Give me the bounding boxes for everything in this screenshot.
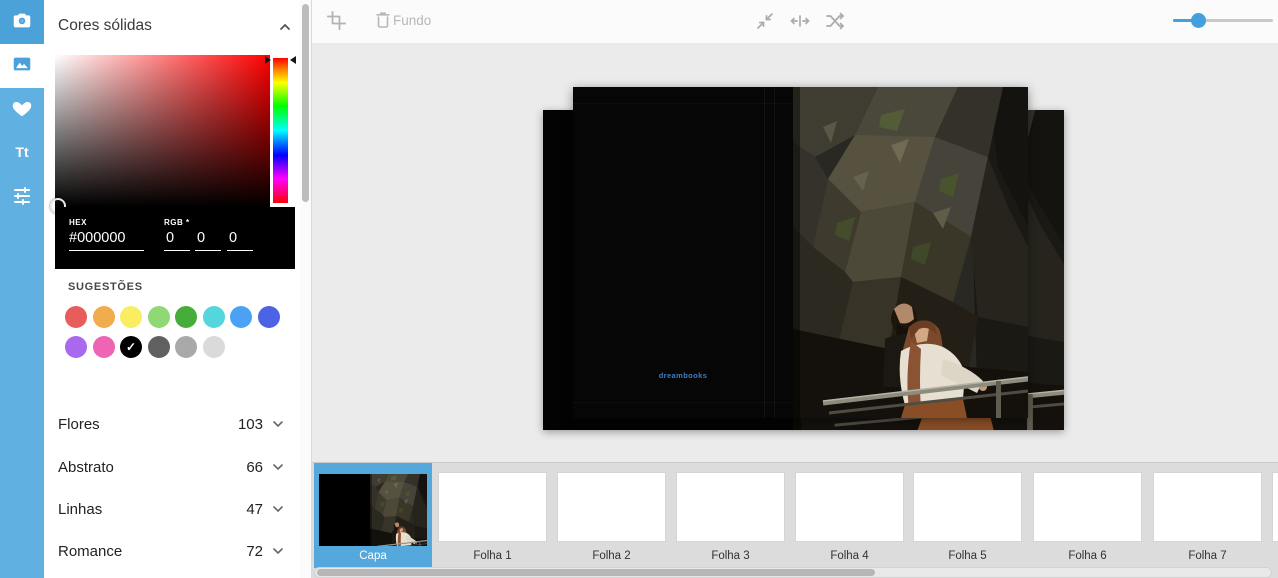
color-swatch[interactable] bbox=[175, 336, 197, 358]
editor-main: Fundo bbox=[312, 0, 1278, 578]
color-swatch[interactable] bbox=[203, 336, 225, 358]
chevron-down-icon bbox=[269, 415, 287, 433]
category-count: 47 bbox=[246, 501, 263, 518]
category-count: 66 bbox=[246, 459, 263, 476]
color-swatch[interactable] bbox=[148, 336, 170, 358]
color-swatch[interactable] bbox=[203, 306, 225, 328]
spine-guide bbox=[764, 87, 765, 418]
page-label: Folha 2 bbox=[558, 550, 665, 562]
bleed-guide bbox=[573, 103, 793, 104]
page-thumb[interactable] bbox=[439, 473, 546, 541]
panel-scrollbar-thumb[interactable] bbox=[302, 4, 309, 202]
sidebar-item-backgrounds[interactable] bbox=[0, 44, 44, 88]
page-label: Capa bbox=[314, 550, 432, 562]
panel-title: Cores sólidas bbox=[58, 17, 152, 35]
page-label: Folha 4 bbox=[796, 550, 903, 562]
color-swatch[interactable] bbox=[65, 336, 87, 358]
page-thumb[interactable] bbox=[914, 473, 1021, 541]
page-thumb[interactable] bbox=[1034, 473, 1141, 541]
zoom-slider-thumb[interactable] bbox=[1191, 13, 1206, 28]
page-label: Folha 7 bbox=[1154, 550, 1261, 562]
color-swatch[interactable] bbox=[148, 306, 170, 328]
page-filmstrip: Capa Folha 1 Folha 2 Folha 3 Folha 4 Fol… bbox=[312, 462, 1278, 578]
color-swatch[interactable] bbox=[175, 306, 197, 328]
heart-icon bbox=[11, 97, 33, 124]
category-count: 103 bbox=[238, 416, 263, 433]
hue-marker-left-icon bbox=[265, 56, 271, 64]
color-swatch[interactable] bbox=[120, 306, 142, 328]
sidebar-item-text[interactable]: Tt bbox=[0, 132, 44, 176]
filmstrip-scrollbar-thumb[interactable] bbox=[317, 569, 875, 576]
chevron-up-icon bbox=[276, 23, 294, 40]
rgb-g-input[interactable]: 0 bbox=[195, 229, 221, 251]
chevron-down-icon bbox=[269, 458, 287, 476]
category-abstrato[interactable]: Abstrato 66 bbox=[44, 446, 300, 488]
trash-icon[interactable] bbox=[373, 10, 395, 32]
category-count: 72 bbox=[246, 543, 263, 560]
image-icon bbox=[11, 53, 33, 80]
category-romance[interactable]: Romance 72 bbox=[44, 530, 300, 572]
page-thumb[interactable] bbox=[558, 473, 665, 541]
spread-horizontal-icon[interactable] bbox=[789, 10, 811, 32]
color-swatch[interactable] bbox=[65, 306, 87, 328]
hex-label: HEX bbox=[69, 218, 87, 227]
category-flores[interactable]: Flores 103 bbox=[44, 403, 300, 445]
cover-photo[interactable] bbox=[793, 87, 1028, 418]
page-label: Folha 3 bbox=[677, 550, 784, 562]
color-swatch[interactable] bbox=[230, 306, 252, 328]
page-thumb[interactable] bbox=[796, 473, 903, 541]
page-label: Folha 6 bbox=[1034, 550, 1141, 562]
page-thumb[interactable] bbox=[1154, 473, 1261, 541]
page-thumb[interactable] bbox=[677, 473, 784, 541]
collapse-spread-icon[interactable] bbox=[754, 10, 776, 32]
rgb-label: RGB * bbox=[164, 218, 190, 227]
collapse-panel-button[interactable] bbox=[276, 18, 294, 36]
camera-icon bbox=[11, 9, 33, 36]
panel-scrollbar[interactable] bbox=[300, 0, 312, 578]
capa-thumbnail-photo bbox=[370, 474, 427, 546]
color-swatch[interactable] bbox=[93, 306, 115, 328]
chevron-down-icon bbox=[269, 542, 287, 560]
category-linhas[interactable]: Linhas 47 bbox=[44, 488, 300, 530]
hue-marker-right-icon bbox=[290, 56, 296, 64]
page-label: Folha 5 bbox=[914, 550, 1021, 562]
dreambooks-logo: dreambooks bbox=[573, 371, 793, 380]
rgb-r-input[interactable]: 0 bbox=[164, 229, 190, 251]
spine-guide bbox=[774, 87, 775, 418]
page-thumb-capa-selected[interactable]: Capa bbox=[314, 463, 432, 568]
solid-colors-panel: Cores sólidas HEX #000000 RGB * 0 0 bbox=[44, 0, 300, 578]
sidebar-item-favorites[interactable] bbox=[0, 88, 44, 132]
filmstrip-scrollbar[interactable] bbox=[314, 567, 1272, 578]
editor-toolbar: Fundo bbox=[312, 0, 1278, 44]
crop-icon[interactable] bbox=[326, 10, 348, 32]
background-button-label[interactable]: Fundo bbox=[393, 13, 431, 28]
bleed-guide bbox=[573, 402, 793, 403]
page-label: Folha 1 bbox=[439, 550, 546, 562]
saturation-value-picker[interactable] bbox=[55, 55, 270, 207]
chevron-down-icon bbox=[269, 500, 287, 518]
tune-icon bbox=[12, 186, 32, 211]
cover-spread[interactable]: dreambooks bbox=[573, 87, 1028, 418]
sidebar: Tt bbox=[0, 0, 44, 578]
canvas: dreambooks bbox=[312, 43, 1278, 462]
sidebar-item-photos[interactable] bbox=[0, 0, 44, 44]
text-icon: Tt bbox=[9, 141, 35, 168]
suggestions-label: SUGESTÕES bbox=[68, 281, 143, 293]
rgb-b-input[interactable]: 0 bbox=[227, 229, 253, 251]
capa-thumbnail bbox=[319, 474, 427, 546]
color-swatch-selected[interactable]: ✓ bbox=[120, 336, 142, 358]
hex-input[interactable]: #000000 bbox=[69, 229, 144, 251]
color-swatch[interactable] bbox=[258, 306, 280, 328]
photobook-editor: Tt Cores sólidas HEX #000000 RGB * bbox=[0, 0, 1278, 578]
svg-text:Tt: Tt bbox=[15, 144, 29, 160]
swatch-row-2: ✓ bbox=[65, 336, 225, 358]
shuffle-icon[interactable] bbox=[824, 10, 846, 32]
color-value-box: HEX #000000 RGB * 0 0 0 bbox=[55, 207, 295, 269]
swatch-row-1 bbox=[65, 306, 280, 328]
check-icon: ✓ bbox=[120, 336, 142, 358]
hue-slider[interactable] bbox=[273, 58, 288, 203]
color-swatch[interactable] bbox=[93, 336, 115, 358]
page-thumb[interactable] bbox=[1273, 473, 1278, 541]
sidebar-item-adjust[interactable] bbox=[0, 176, 44, 220]
